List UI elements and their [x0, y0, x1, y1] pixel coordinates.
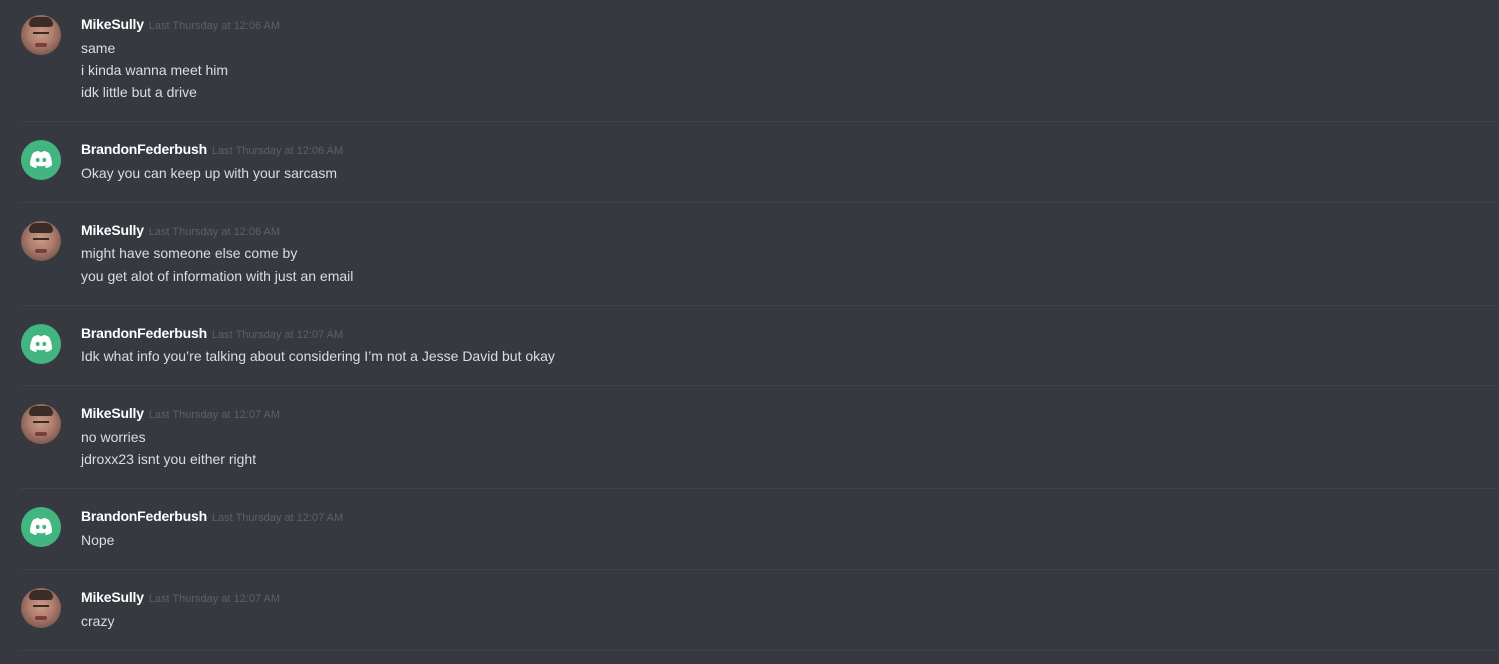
username[interactable]: MikeSully [81, 589, 144, 605]
message-divider [20, 121, 1499, 122]
message-header: MikeSully Last Thursday at 12:06 AM [81, 16, 280, 34]
message-header: MikeSully Last Thursday at 12:07 AM [81, 589, 280, 607]
message-text: i kinda wanna meet him [81, 62, 229, 78]
timestamp: Last Thursday at 12:07 AM [148, 593, 281, 605]
user-avatar[interactable] [21, 221, 61, 261]
message-header: BrandonFederbush Last Thursday at 12:07 A… [81, 508, 343, 526]
message-text: no worries [81, 429, 146, 445]
discord-logo-avatar[interactable] [21, 324, 61, 364]
message-text: idk little but a drive [81, 84, 197, 100]
username[interactable]: MikeSully [81, 222, 144, 238]
username[interactable]: BrandonFederbush [81, 508, 207, 524]
timestamp: Last Thursday at 12:06 AM [148, 226, 281, 238]
timestamp: Last Thursday at 12:07 AM [211, 512, 344, 524]
user-avatar[interactable] [21, 404, 61, 444]
timestamp: Last Thursday at 12:06 AM [211, 145, 344, 157]
discord-logo-icon [30, 335, 52, 352]
discord-logo-avatar[interactable] [21, 507, 61, 547]
message-divider [20, 202, 1499, 203]
username[interactable]: BrandonFederbush [81, 141, 207, 157]
message-divider [20, 385, 1499, 386]
user-avatar[interactable] [21, 588, 61, 628]
user-avatar[interactable] [21, 15, 61, 55]
message-text: crazy [81, 613, 115, 629]
timestamp: Last Thursday at 12:07 AM [211, 329, 344, 341]
message-text: Nope [81, 532, 115, 548]
discord-logo-icon [30, 151, 52, 168]
chat-message-list: MikeSully Last Thursday at 12:06 AM same … [0, 0, 1499, 664]
message-divider [20, 569, 1499, 570]
message-divider [20, 650, 1499, 651]
message-header: BrandonFederbush Last Thursday at 12:07 A… [81, 325, 343, 343]
message-text: you get alot of information with just an… [81, 268, 354, 284]
message-header: MikeSully Last Thursday at 12:06 AM [81, 222, 280, 240]
discord-logo-icon [30, 518, 52, 535]
username[interactable]: BrandonFederbush [81, 325, 207, 341]
message-divider [20, 488, 1499, 489]
message-text: jdroxx23 isnt you either right [81, 451, 257, 467]
timestamp: Last Thursday at 12:06 AM [148, 20, 281, 32]
message-text: Idk what info you’re talking about consi… [81, 348, 555, 364]
username[interactable]: MikeSully [81, 405, 144, 421]
message-text: Okay you can keep up with your sarcasm [81, 165, 338, 181]
discord-logo-avatar[interactable] [21, 140, 61, 180]
message-divider [20, 305, 1499, 306]
message-text: same [81, 40, 116, 56]
message-text: might have someone else come by [81, 245, 298, 261]
timestamp: Last Thursday at 12:07 AM [148, 409, 281, 421]
message-header: MikeSully Last Thursday at 12:07 AM [81, 405, 280, 423]
message-header: BrandonFederbush Last Thursday at 12:06 A… [81, 141, 343, 159]
username[interactable]: MikeSully [81, 16, 144, 32]
